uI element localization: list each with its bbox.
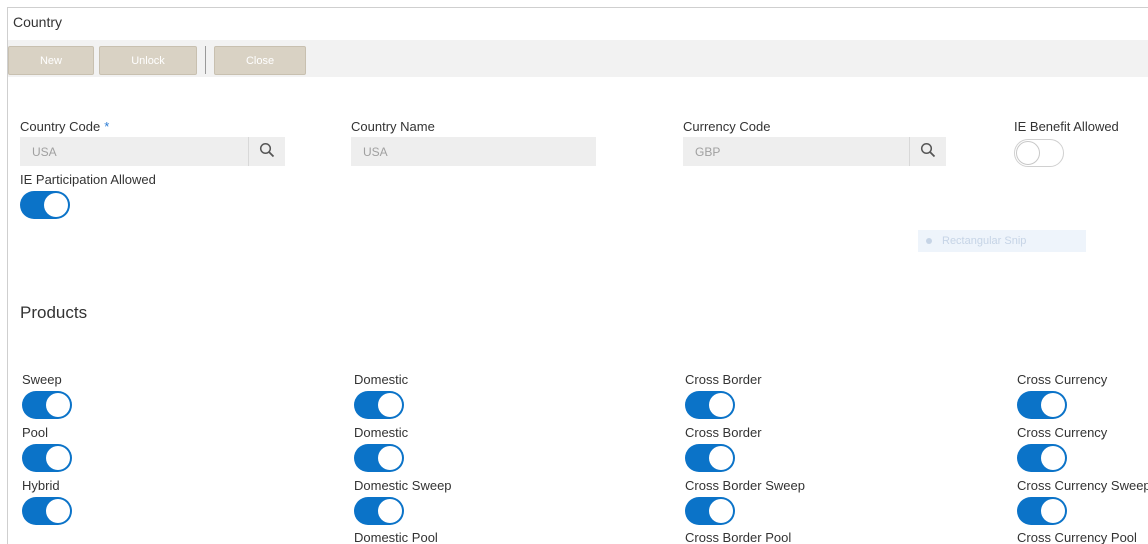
product-label-cross-border: Cross Border — [685, 425, 762, 440]
toggle-knob — [46, 393, 70, 417]
country-name-label: Country Name — [351, 119, 435, 134]
snip-icon — [926, 238, 932, 244]
toolbar-divider — [205, 46, 206, 74]
product-label-cross-currency-sweep: Cross Currency Sweep — [1017, 478, 1148, 493]
cross-currency-sweep-hybrid-toggle[interactable] — [1017, 497, 1067, 525]
snip-label: Rectangular Snip — [942, 235, 1027, 247]
close-button[interactable]: Close — [214, 46, 306, 75]
toggle-knob — [378, 393, 402, 417]
toggle-knob — [1041, 499, 1065, 523]
currency-code-search-button[interactable] — [909, 137, 946, 166]
domestic-sweep-toggle[interactable] — [354, 391, 404, 419]
hybrid-toggle[interactable] — [22, 497, 72, 525]
search-icon — [920, 142, 936, 161]
product-label-cross-border: Cross Border — [685, 372, 762, 387]
pool-toggle[interactable] — [22, 444, 72, 472]
cross-border-sweep-toggle[interactable] — [685, 391, 735, 419]
toggle-knob — [378, 499, 402, 523]
toggle-knob — [46, 499, 70, 523]
product-label-domestic: Domestic — [354, 425, 409, 440]
products-section-title: Products — [20, 303, 88, 322]
toggle-knob — [709, 446, 733, 470]
toggle-knob — [709, 393, 733, 417]
currency-code-field[interactable]: GBP — [683, 137, 946, 166]
country-name-field[interactable]: USA — [351, 137, 596, 166]
product-label-cross-currency: Cross Currency — [1017, 425, 1108, 440]
toggle-knob — [44, 193, 68, 217]
toggle-knob — [378, 446, 402, 470]
country-window: Country New Unlock Close Country Code * U… — [7, 7, 1148, 544]
product-label-cross-currency-pool: Cross Currency Pool — [1017, 530, 1137, 544]
cross-currency-pool-toggle[interactable] — [1017, 444, 1067, 472]
product-label-sweep: Sweep — [22, 372, 62, 387]
product-label-domestic: Domestic — [354, 372, 409, 387]
country-code-label: Country Code * — [20, 119, 109, 134]
rectangular-snip-overlay: Rectangular Snip — [918, 230, 1086, 252]
currency-code-label: Currency Code — [683, 119, 771, 134]
cross-border-pool-toggle[interactable] — [685, 444, 735, 472]
required-mark: * — [104, 119, 110, 134]
ie-participation-allowed-toggle[interactable] — [20, 191, 70, 219]
toolbar: New Unlock Close — [8, 40, 1148, 77]
new-button[interactable]: New — [8, 46, 94, 75]
ie-benefit-allowed-label: IE Benefit Allowed — [1014, 119, 1119, 134]
toggle-knob — [1016, 141, 1040, 165]
toggle-knob — [1041, 446, 1065, 470]
unlock-button[interactable]: Unlock — [99, 46, 197, 75]
product-label-domestic-pool: Domestic Pool — [354, 530, 438, 544]
country-code-label-text: Country Code — [20, 119, 101, 134]
country-name-value: USA — [363, 144, 388, 159]
ie-participation-allowed-label: IE Participation Allowed — [20, 172, 156, 187]
product-label-hybrid: Hybrid — [22, 478, 60, 493]
product-label-cross-border-sweep: Cross Border Sweep — [685, 478, 805, 493]
toggle-knob — [46, 446, 70, 470]
product-label-cross-border-pool: Cross Border Pool — [685, 530, 792, 544]
window-title: Country — [13, 14, 63, 30]
country-code-search-button[interactable] — [248, 137, 285, 166]
search-icon — [259, 142, 275, 161]
toggle-knob — [1041, 393, 1065, 417]
product-label-pool: Pool — [22, 425, 49, 440]
toggle-knob — [709, 499, 733, 523]
country-code-field[interactable]: USA — [20, 137, 285, 166]
cross-currency-sweep-toggle[interactable] — [1017, 391, 1067, 419]
product-label-cross-currency: Cross Currency — [1017, 372, 1108, 387]
domestic-pool-toggle[interactable] — [354, 444, 404, 472]
sweep-toggle[interactable] — [22, 391, 72, 419]
currency-code-value: GBP — [695, 144, 721, 159]
ie-benefit-allowed-toggle[interactable] — [1014, 139, 1064, 167]
product-label-domestic-sweep: Domestic Sweep — [354, 478, 452, 493]
domestic-sweep-hybrid-toggle[interactable] — [354, 497, 404, 525]
cross-border-sweep-hybrid-toggle[interactable] — [685, 497, 735, 525]
country-code-value: USA — [32, 144, 57, 159]
